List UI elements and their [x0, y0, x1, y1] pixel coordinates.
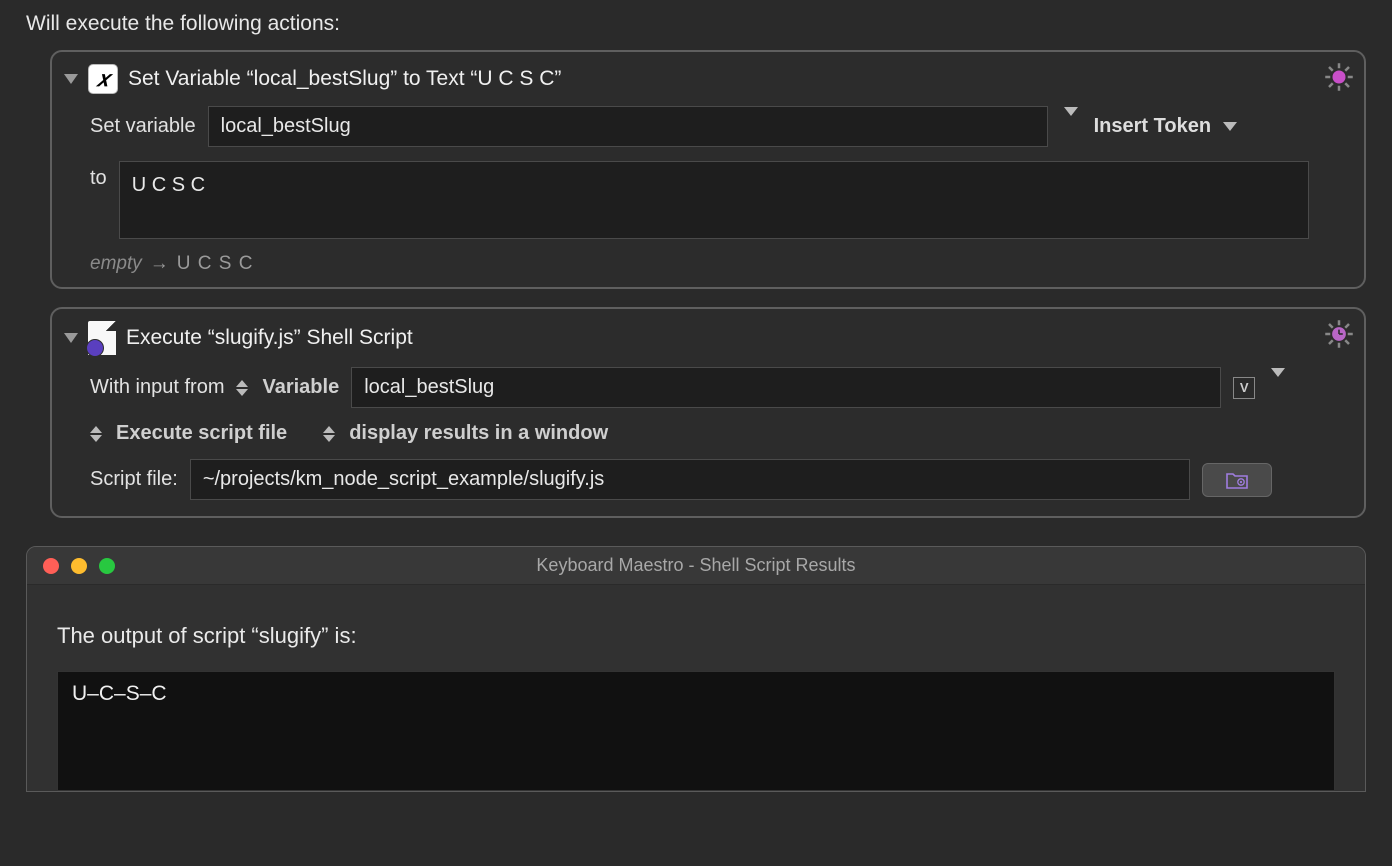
chevron-down-icon [1223, 122, 1237, 131]
script-file-path-input[interactable] [190, 459, 1190, 500]
arrow-icon: → [150, 253, 169, 275]
variable-badge[interactable]: V [1233, 377, 1255, 399]
variable-dropdown[interactable] [1060, 116, 1082, 138]
display-mode-popup[interactable]: display results in a window [349, 422, 608, 445]
chevron-down-icon [1064, 107, 1078, 137]
actions-header: Will execute the following actions: [26, 12, 1370, 36]
action-execute-shell-script[interactable]: Execute “slugify.js” Shell Script [50, 307, 1366, 518]
browse-folder-button[interactable] [1202, 463, 1272, 497]
updown-icon[interactable] [323, 426, 335, 442]
updown-icon[interactable] [236, 380, 248, 396]
disclosure-triangle-icon[interactable] [64, 74, 78, 84]
to-label: to [90, 167, 107, 190]
action-title: Set Variable “local_bestSlug” to Text “U… [128, 67, 561, 91]
folder-icon [1225, 470, 1249, 490]
set-variable-label: Set variable [90, 115, 196, 138]
preview-line: empty → U C S C [90, 253, 1350, 275]
results-output[interactable]: U–C–S–C [57, 671, 1335, 791]
to-value-input[interactable] [119, 161, 1309, 239]
preview-value: U C S C [177, 253, 254, 275]
updown-icon[interactable] [90, 426, 102, 442]
disclosure-triangle-icon[interactable] [64, 333, 78, 343]
input-variable-dropdown[interactable] [1267, 377, 1289, 399]
window-title: Keyboard Maestro - Shell Script Results [27, 555, 1365, 576]
gear-clock-icon[interactable] [1324, 319, 1354, 349]
action-title: Execute “slugify.js” Shell Script [126, 326, 413, 350]
insert-token-label: Insert Token [1094, 115, 1211, 138]
gear-icon[interactable] [1324, 62, 1354, 92]
empty-marker: empty [90, 253, 142, 275]
chevron-down-icon [1271, 368, 1285, 398]
shell-script-results-window: Keyboard Maestro - Shell Script Results … [26, 546, 1366, 792]
input-variable-name[interactable] [351, 367, 1221, 408]
action-set-variable[interactable]: 𝑥 Set Variable “local_bestSlug” to Text … [50, 50, 1366, 289]
script-file-icon [88, 321, 116, 355]
window-titlebar[interactable]: Keyboard Maestro - Shell Script Results [27, 547, 1365, 585]
script-file-label: Script file: [90, 468, 178, 491]
results-heading: The output of script “slugify” is: [57, 623, 1335, 649]
variable-x-icon: 𝑥 [88, 64, 118, 94]
insert-token-button[interactable]: Insert Token [1094, 115, 1241, 138]
execute-mode-popup[interactable]: Execute script file [116, 422, 287, 445]
variable-popup[interactable]: Variable [262, 376, 339, 399]
with-input-from-label: With input from [90, 376, 224, 399]
variable-name-input[interactable] [208, 106, 1048, 147]
